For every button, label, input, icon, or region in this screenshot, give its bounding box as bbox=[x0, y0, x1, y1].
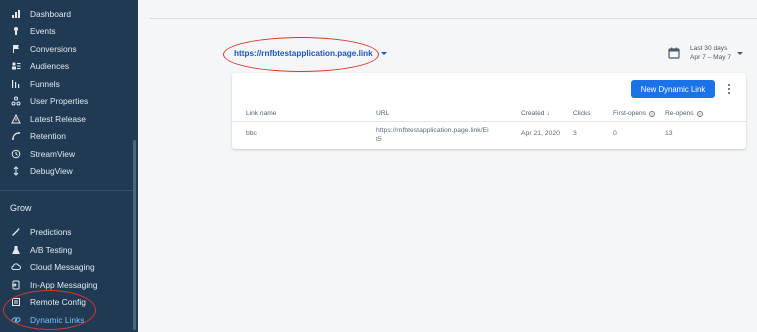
wand-icon bbox=[6, 227, 26, 237]
sidebar-item-remote-config[interactable]: Remote Config bbox=[0, 293, 134, 311]
bar-chart-icon bbox=[6, 9, 26, 19]
date-range-value: Apr 7 – May 7 bbox=[690, 54, 732, 61]
latest-release-icon bbox=[6, 114, 26, 124]
url-prefix-value: https://rnfbtestapplication.page.link bbox=[234, 49, 373, 58]
sidebar-item-label: Retention bbox=[30, 131, 66, 141]
sidebar-item-in-app-messaging[interactable]: In-App Messaging bbox=[0, 276, 134, 294]
sidebar-item-label: DebugView bbox=[30, 166, 73, 176]
sidebar-divider bbox=[0, 190, 134, 191]
sidebar-item-label: Remote Config bbox=[30, 297, 86, 307]
sidebar-item-audiences[interactable]: Audiences bbox=[0, 57, 134, 75]
cell-url: https://rnfbtestapplication.page.link/Ei… bbox=[376, 126, 489, 144]
sidebar-item-cloud-messaging[interactable]: Cloud Messaging bbox=[0, 258, 134, 276]
column-header-label: Created bbox=[521, 110, 545, 117]
table-header-divider bbox=[232, 121, 746, 122]
sidebar-item-label: Latest Release bbox=[30, 114, 86, 124]
cell-first-opens: 0 bbox=[613, 130, 617, 137]
sidebar-item-ab-testing[interactable]: A/B Testing bbox=[0, 241, 134, 259]
retention-icon bbox=[6, 131, 26, 141]
sidebar-item-events[interactable]: Events bbox=[0, 22, 134, 40]
new-dynamic-link-button[interactable]: New Dynamic Link bbox=[631, 80, 715, 98]
more-vert-icon[interactable] bbox=[724, 82, 734, 96]
cell-url-line: t5 bbox=[376, 136, 382, 143]
sort-arrow-icon: ↓ bbox=[546, 110, 550, 117]
column-header-clicks: Clicks bbox=[573, 110, 591, 117]
flag-icon bbox=[6, 44, 26, 54]
sidebar-item-debugview[interactable]: DebugView bbox=[0, 162, 134, 180]
column-header-first-opens: First-opens ? bbox=[613, 110, 655, 117]
column-header-re-opens: Re-opens ? bbox=[665, 110, 703, 117]
clock-icon bbox=[6, 149, 26, 159]
chevron-down-icon bbox=[380, 52, 387, 55]
sidebar-item-latest-release[interactable]: Latest Release bbox=[0, 110, 134, 128]
sidebar-item-label: A/B Testing bbox=[30, 245, 73, 255]
column-header-created[interactable]: Created ↓ bbox=[521, 110, 550, 117]
sidebar-item-funnels[interactable]: Funnels bbox=[0, 75, 134, 93]
events-icon bbox=[6, 26, 26, 36]
sidebar-item-label: Funnels bbox=[30, 79, 60, 89]
chevron-down-icon bbox=[737, 51, 744, 55]
sidebar-item-label: Dashboard bbox=[30, 9, 71, 19]
sidebar-item-predictions[interactable]: Predictions bbox=[0, 223, 134, 241]
cell-link-name: bbc bbox=[246, 130, 257, 137]
in-app-messaging-icon bbox=[6, 280, 26, 290]
sidebar-nav: Dashboard Events Conversions Audiences F… bbox=[0, 0, 138, 332]
flask-icon bbox=[6, 245, 26, 255]
column-header-url: URL bbox=[376, 110, 390, 117]
sidebar-item-conversions[interactable]: Conversions bbox=[0, 40, 134, 58]
column-header-link-name: Link name bbox=[246, 110, 277, 117]
sidebar-item-retention[interactable]: Retention bbox=[0, 127, 134, 145]
sidebar-item-label: Events bbox=[30, 26, 56, 36]
audiences-icon bbox=[6, 61, 26, 71]
help-icon[interactable]: ? bbox=[696, 110, 703, 117]
sidebar-item-streamview[interactable]: StreamView bbox=[0, 145, 134, 163]
sidebar-item-label: Cloud Messaging bbox=[30, 262, 95, 272]
sidebar-item-label: Conversions bbox=[30, 44, 77, 54]
help-icon[interactable]: ? bbox=[648, 110, 655, 117]
link-icon bbox=[6, 315, 26, 325]
cell-created: Apr 21, 2020 bbox=[521, 130, 560, 137]
cloud-messaging-icon bbox=[6, 262, 26, 272]
sidebar-section-grow: Grow bbox=[10, 203, 32, 213]
cell-url-line: https://rnfbtestapplication.page.link/Ei bbox=[376, 127, 489, 134]
sidebar-item-label: Dynamic Links bbox=[30, 315, 85, 325]
sidebar-item-label: Audiences bbox=[30, 61, 70, 71]
column-header-label: First-opens bbox=[613, 110, 646, 117]
cell-clicks: 3 bbox=[573, 130, 577, 137]
date-range-label: Last 30 days bbox=[690, 45, 728, 52]
sidebar-item-dynamic-links[interactable]: Dynamic Links bbox=[0, 311, 134, 329]
funnels-icon bbox=[6, 79, 26, 89]
main-content: https://rnfbtestapplication.page.link La… bbox=[138, 0, 757, 332]
sidebar-scrollbar[interactable] bbox=[133, 140, 136, 330]
dynamic-links-card: New Dynamic Link Link name URL Created ↓… bbox=[232, 73, 746, 149]
header-divider bbox=[150, 18, 757, 19]
url-prefix-select[interactable]: https://rnfbtestapplication.page.link bbox=[234, 49, 387, 58]
user-properties-icon bbox=[6, 96, 26, 106]
sidebar-item-label: User Properties bbox=[30, 96, 89, 106]
sidebar-item-label: StreamView bbox=[30, 149, 75, 159]
sidebar-item-label: In-App Messaging bbox=[30, 280, 98, 290]
remote-config-icon bbox=[6, 297, 26, 307]
cell-re-opens: 13 bbox=[665, 130, 673, 137]
debug-icon bbox=[6, 166, 26, 176]
date-range-picker[interactable]: Last 30 days Apr 7 – May 7 bbox=[668, 44, 744, 62]
column-header-label: Re-opens bbox=[665, 110, 694, 117]
sidebar-item-dashboard[interactable]: Dashboard bbox=[0, 5, 134, 23]
sidebar-item-label: Predictions bbox=[30, 227, 72, 237]
calendar-icon bbox=[668, 47, 680, 59]
sidebar-item-user-properties[interactable]: User Properties bbox=[0, 92, 134, 110]
